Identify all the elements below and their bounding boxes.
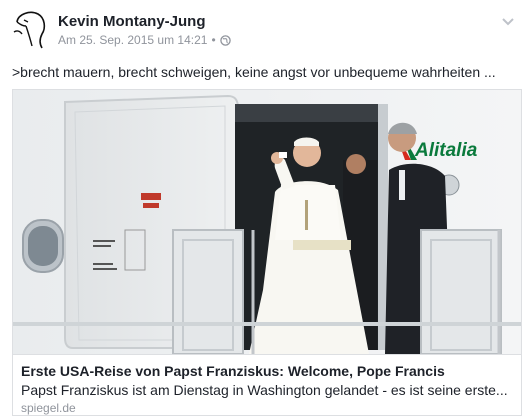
- link-preview-card[interactable]: Alitalia Erste USA-Reise von Papst Franz…: [12, 89, 522, 416]
- author-name[interactable]: Kevin Montany-Jung: [58, 13, 206, 30]
- avatar-sketch-icon: [13, 11, 46, 49]
- post-text: >brecht mauern, brecht schweigen, keine …: [12, 64, 496, 80]
- meta-separator: •: [211, 33, 216, 47]
- chevron-down-icon[interactable]: [501, 14, 515, 26]
- post-timestamp[interactable]: Am 25. Sep. 2015 um 14:21: [58, 33, 207, 47]
- link-domain: spiegel.de: [21, 401, 76, 415]
- globe-icon[interactable]: [219, 34, 231, 46]
- link-image[interactable]: Alitalia: [13, 90, 521, 354]
- link-caption[interactable]: Erste USA-Reise von Papst Franziskus: We…: [13, 354, 521, 415]
- avatar[interactable]: [12, 10, 50, 50]
- post-header: Kevin Montany-Jung Am 25. Sep. 2015 um 1…: [0, 0, 529, 58]
- post-meta: Am 25. Sep. 2015 um 14:21 •: [58, 33, 231, 47]
- svg-text:Alitalia: Alitalia: [414, 140, 478, 161]
- link-description: Papst Franziskus ist am Dienstag in Wash…: [21, 382, 508, 398]
- link-title[interactable]: Erste USA-Reise von Papst Franziskus: We…: [21, 363, 445, 379]
